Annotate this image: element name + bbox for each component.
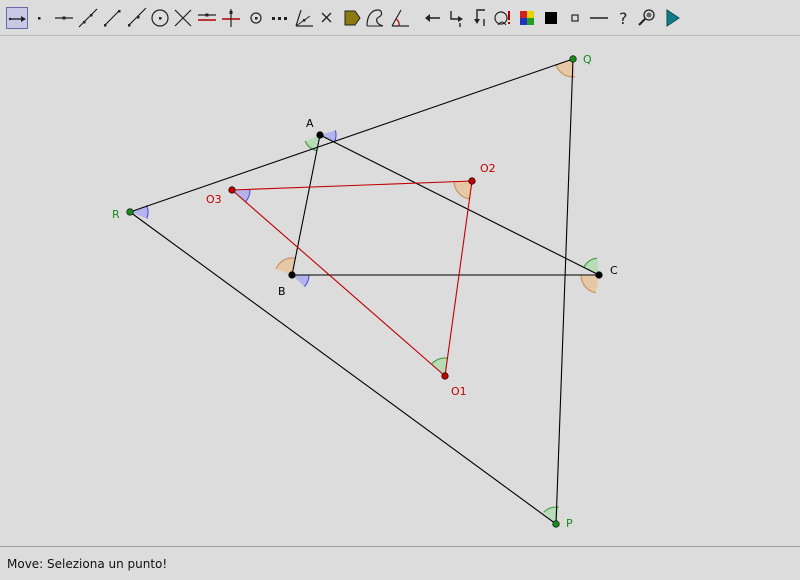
label-B: B <box>278 285 286 298</box>
segment-Q-P[interactable] <box>555 58 574 525</box>
locus-icon[interactable] <box>364 7 386 29</box>
move-tool-icon[interactable] <box>6 7 28 29</box>
svg-text:?: ? <box>619 9 628 28</box>
label-O2: O2 <box>480 162 496 175</box>
dotted-line-icon[interactable] <box>269 7 291 29</box>
label-O1: O1 <box>451 385 467 398</box>
label-O3: O3 <box>206 193 222 206</box>
point-B[interactable] <box>288 271 296 279</box>
point-O2[interactable] <box>468 177 476 185</box>
point-C[interactable] <box>595 271 603 279</box>
play-animation-icon[interactable] <box>661 7 683 29</box>
angle-bisector-icon[interactable] <box>293 7 315 29</box>
angle-icon[interactable] <box>389 7 411 29</box>
point-O1[interactable] <box>441 372 449 380</box>
line-through-two-points-icon[interactable] <box>77 7 99 29</box>
line-style-icon[interactable] <box>588 7 610 29</box>
segment-O3-O2[interactable] <box>231 180 473 191</box>
parallel-line-icon[interactable] <box>196 7 218 29</box>
macro-icon[interactable] <box>493 7 515 29</box>
label-P: P <box>566 517 573 530</box>
midpoint-icon[interactable] <box>245 7 267 29</box>
polygon-icon[interactable] <box>341 7 363 29</box>
label-R: R <box>112 208 120 221</box>
ray-icon[interactable] <box>125 7 147 29</box>
toolbar: ? <box>0 0 800 36</box>
rotate-icon[interactable] <box>446 7 468 29</box>
circle-icon[interactable] <box>149 7 171 29</box>
geometry-figure[interactable]: A B C P Q R O1 O2 O3 <box>0 36 800 546</box>
segment-O2-O1[interactable] <box>444 180 473 377</box>
label-C: C <box>610 264 618 277</box>
translate-arrow-icon[interactable] <box>421 7 443 29</box>
color-palette-icon[interactable] <box>516 7 538 29</box>
point-A[interactable] <box>316 131 324 139</box>
reflect-icon[interactable] <box>470 7 492 29</box>
intersect-icon[interactable] <box>172 7 194 29</box>
segment-P-R[interactable] <box>129 211 557 525</box>
segment-A-C[interactable] <box>319 134 600 276</box>
fill-square-icon[interactable] <box>540 7 562 29</box>
point-R[interactable] <box>126 208 134 216</box>
new-point-icon[interactable] <box>28 7 50 29</box>
help-question-icon[interactable]: ? <box>612 7 634 29</box>
zoom-magnifier-icon[interactable] <box>636 7 658 29</box>
point-P[interactable] <box>552 520 560 528</box>
point-O3[interactable] <box>228 186 236 194</box>
status-message: Move: Seleziona un punto! <box>7 557 168 571</box>
segment-icon[interactable] <box>101 7 123 29</box>
point-on-line-icon[interactable] <box>53 7 75 29</box>
status-bar: Move: Seleziona un punto! <box>0 546 800 580</box>
perpendicular-line-icon[interactable] <box>220 7 242 29</box>
segment-R-Q[interactable] <box>129 58 574 213</box>
segment-O1-O3[interactable] <box>231 189 446 377</box>
drawing-canvas[interactable]: A B C P Q R O1 O2 O3 <box>0 36 800 546</box>
small-square-icon[interactable] <box>564 7 586 29</box>
point-Q[interactable] <box>569 55 577 63</box>
label-A: A <box>306 117 314 130</box>
delete-x-icon[interactable] <box>316 7 338 29</box>
label-Q: Q <box>583 53 592 66</box>
